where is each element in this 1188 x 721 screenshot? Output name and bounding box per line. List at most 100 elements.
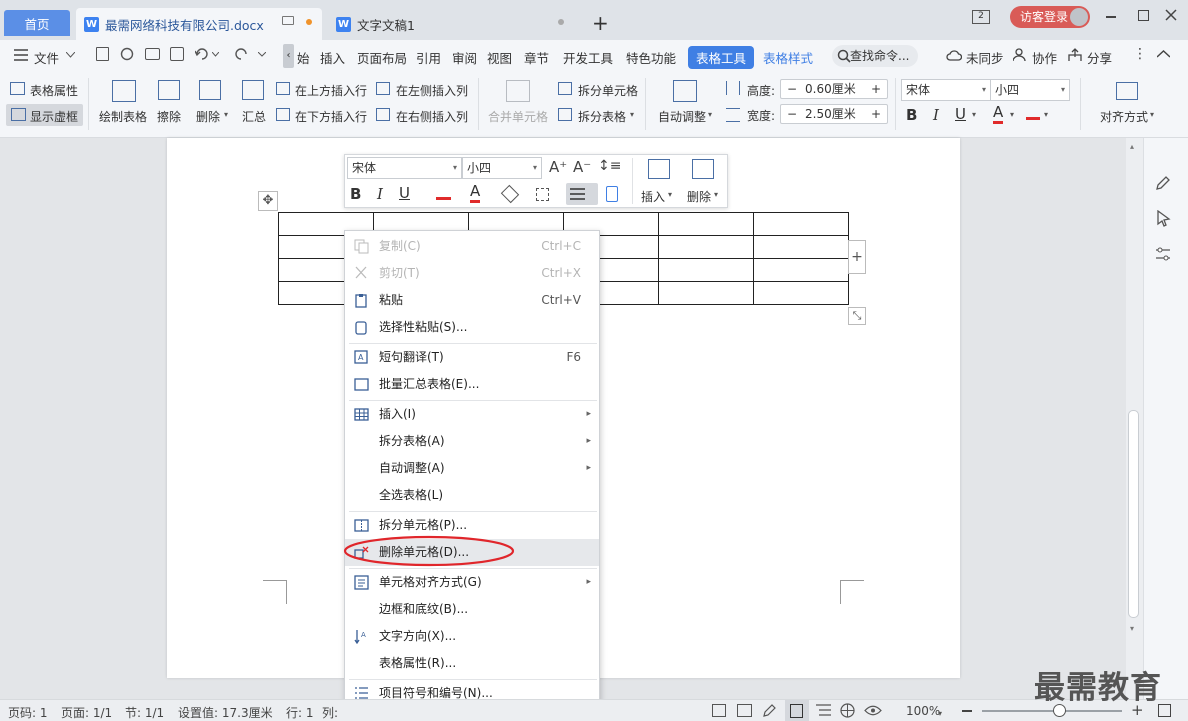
fullscreen-icon[interactable] [712,704,726,717]
menu-chapter[interactable]: 章节 [524,48,549,67]
ctx-paste-special[interactable]: 选择性粘贴(S)... [345,314,599,341]
table-move-handle-icon[interactable]: ✥ [258,191,278,211]
chevron-up-icon[interactable] [1157,50,1170,58]
float-delete-button[interactable]: 删除 [687,188,711,205]
ctx-cut[interactable]: 剪切(T) Ctrl+X [345,260,599,287]
unsynced-button[interactable]: 未同步 [966,48,1004,67]
status-row[interactable]: 行: 1 [286,704,314,721]
share-button[interactable]: 分享 [1087,48,1112,67]
reading-mode-icon[interactable] [737,704,752,717]
float-highlight-icon[interactable] [436,190,451,200]
float-italic-icon[interactable]: I [377,185,383,203]
split-table-button[interactable]: 拆分表格 [578,108,626,125]
merge-cells-button[interactable]: 合并单元格 [488,108,548,125]
insert-col-right-button[interactable]: 在右侧插入列 [396,108,468,125]
visitor-login-button[interactable]: 访客登录 [1010,6,1090,28]
maximize-icon[interactable] [1138,10,1149,21]
menu-references[interactable]: 引用 [416,48,441,67]
ctx-text-direction[interactable]: A 文字方向(X)... [345,623,599,650]
scroll-up-icon[interactable]: ▴ [1130,142,1134,151]
menu-features[interactable]: 特色功能 [626,48,676,67]
menu-page-layout[interactable]: 页面布局 [357,48,407,67]
insert-col-left-button[interactable]: 在左侧插入列 [396,82,468,99]
float-underline-icon[interactable]: U [399,184,410,202]
write-mode-icon[interactable] [762,703,778,718]
ctx-paste[interactable]: 粘贴 Ctrl+V [345,287,599,314]
close-icon[interactable] [1165,9,1177,21]
auto-fit-button[interactable]: 自动调整 [658,108,706,125]
tab-home[interactable]: 首页 [4,10,70,36]
borders-icon[interactable] [536,188,549,201]
cursor-icon[interactable] [1157,210,1171,227]
redo-icon[interactable] [234,48,248,60]
menu-review[interactable]: 审阅 [452,48,477,67]
split-cells-button[interactable]: 拆分单元格 [578,82,638,99]
pen-icon[interactable] [1155,175,1171,191]
menu-start[interactable]: 始 [297,48,310,67]
ctx-select-table[interactable]: 全选表格(L) [345,482,599,509]
italic-icon[interactable]: I [933,106,939,124]
web-view-icon[interactable] [840,703,855,718]
save-icon[interactable] [96,47,109,61]
line-spacing-icon[interactable]: ↕≡ [598,158,621,174]
ctx-table-properties[interactable]: 表格属性(R)... [345,650,599,677]
hamburger-icon[interactable] [14,49,28,61]
chevron-down-icon[interactable]: ▾ [938,709,942,718]
zoom-out-icon[interactable] [962,710,972,712]
new-tab-button[interactable]: + [592,11,609,35]
menu-file[interactable]: 文件 [34,48,59,67]
decrement-icon[interactable]: − [787,105,797,123]
increment-icon[interactable]: + [871,105,881,123]
highlight-icon[interactable] [1026,108,1040,120]
ctx-split-table[interactable]: 拆分表格(A) ▸ [345,428,599,455]
ctx-cell-alignment[interactable]: 单元格对齐方式(G) ▸ [345,569,599,596]
window-badge-icon[interactable]: 2 [972,10,990,24]
status-setting[interactable]: 设置值: 17.3厘米 [178,704,273,721]
collaborate-button[interactable]: 协作 [1032,48,1057,67]
format-painter-icon[interactable] [606,186,618,202]
insert-row-above-button[interactable]: 在上方插入行 [295,82,367,99]
font-size-select[interactable]: 小四 ▾ [990,79,1070,101]
insert-row-below-button[interactable]: 在下方插入行 [295,108,367,125]
float-insert-button[interactable]: 插入 [641,188,665,205]
chevron-down-icon[interactable] [258,52,266,57]
decrement-icon[interactable]: − [787,80,797,98]
float-size-select[interactable]: 小四 ▾ [462,157,542,179]
undo-icon[interactable] [195,48,209,60]
print-icon[interactable] [145,48,160,60]
tab-document-active[interactable]: W 最需网络科技有限公司.docx [76,8,322,40]
ctx-translate[interactable]: A 短句翻译(T) F6 [345,344,599,371]
menu-developer[interactable]: 开发工具 [563,48,613,67]
table-resize-handle-icon[interactable]: ⤡ [848,307,866,325]
font-family-select[interactable]: 宋体 ▾ [901,79,991,101]
tab-close-dot-icon[interactable] [558,19,564,25]
status-page[interactable]: 页码: 1 [8,704,48,721]
eraser-button[interactable]: 擦除 [157,108,181,125]
bold-icon[interactable]: B [906,106,917,124]
more-icon[interactable]: ⋮ [1133,46,1147,62]
underline-icon[interactable]: U [955,105,966,123]
ctx-copy[interactable]: 复制(C) Ctrl+C [345,233,599,260]
ctx-borders-shading[interactable]: 边框和底纹(B)... [345,596,599,623]
scroll-down-icon[interactable]: ▾ [1130,624,1134,633]
export-pdf-icon[interactable] [120,47,135,62]
chevron-down-icon[interactable]: ▾ [1010,110,1014,119]
eye-protection-icon[interactable] [864,704,882,717]
scroll-left-button[interactable]: ‹ [283,44,294,68]
grow-font-icon[interactable]: A⁺ [549,158,567,176]
float-font-select[interactable]: 宋体 ▾ [347,157,462,179]
font-color-icon[interactable]: A [993,105,1004,124]
scroll-thumb[interactable] [1128,410,1139,618]
delete-button[interactable]: 删除 [196,108,220,125]
increment-icon[interactable]: + [871,80,881,98]
width-stepper[interactable]: −2.50厘米 + [780,104,888,124]
tab-document-2[interactable]: W 文字文稿1 [328,8,578,40]
float-bold-icon[interactable]: B [350,185,361,203]
float-font-color-icon[interactable]: A [470,184,481,203]
menu-insert[interactable]: 插入 [320,48,345,67]
status-col[interactable]: 列: [322,704,338,721]
add-column-button[interactable]: + [848,240,866,274]
sliders-icon[interactable] [1155,246,1171,262]
outline-view-icon[interactable] [816,704,831,717]
chevron-down-icon[interactable]: ▾ [972,110,976,119]
